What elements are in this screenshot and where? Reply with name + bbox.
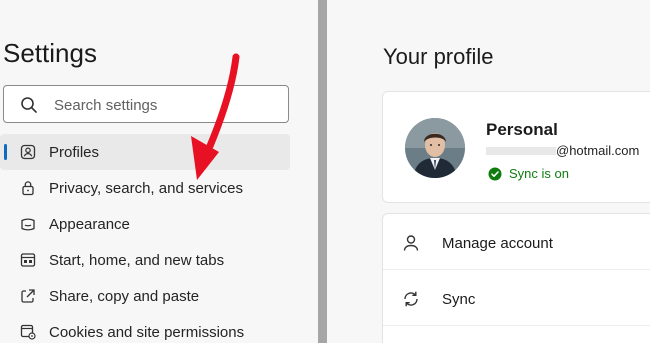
sync-status: Sync is on [488, 166, 569, 181]
avatar-image [405, 118, 465, 178]
settings-nav: Profiles Privacy, search, and services A… [0, 134, 290, 343]
lock-icon [22, 181, 34, 196]
sync-status-text: Sync is on [509, 166, 569, 181]
sidebar-item-profiles[interactable]: Profiles [0, 134, 290, 170]
sidebar-item-start-home[interactable]: Start, home, and new tabs [0, 242, 290, 278]
manage-account-label: Manage account [442, 235, 553, 252]
share-icon [21, 289, 35, 303]
profile-email: @hotmail.com [556, 143, 640, 158]
sidebar-item-label: Share, copy and paste [49, 287, 200, 305]
avatar [405, 118, 465, 178]
sidebar-item-label: Appearance [49, 215, 130, 233]
sidebar-item-label: Cookies and site permissions [49, 323, 245, 341]
sidebar-item-share[interactable]: Share, copy and paste [0, 278, 290, 314]
sidebar-item-label: Start, home, and new tabs [49, 251, 225, 269]
person-icon [403, 235, 419, 251]
search-box[interactable] [3, 85, 289, 123]
sidebar-item-label: Privacy, search, and services [49, 179, 243, 197]
main-content: Your profile Personal @hotmail.com Sync … [327, 0, 650, 343]
profile-actions-list: Manage account Sync [382, 213, 650, 343]
settings-title: Settings [3, 38, 97, 68]
search-icon [21, 97, 37, 113]
sync-label: Sync [442, 291, 476, 308]
check-circle-icon [488, 167, 502, 180]
sidebar-item-cookies[interactable]: Cookies and site permissions [0, 314, 290, 343]
sidebar-item-label: Profiles [49, 143, 100, 161]
manage-account-row[interactable]: Manage account [383, 214, 650, 270]
sync-icon [404, 291, 418, 307]
profiles-icon [20, 144, 36, 160]
profile-name: Personal [486, 120, 558, 139]
pane-splitter[interactable] [318, 0, 327, 343]
sidebar-item-privacy[interactable]: Privacy, search, and services [0, 170, 290, 206]
page-title: Your profile [383, 44, 494, 69]
appearance-icon [21, 218, 35, 231]
profile-card: Personal @hotmail.com Sync is on [382, 91, 650, 203]
sync-row[interactable]: Sync [383, 270, 650, 326]
settings-sidebar: Settings Profiles Privacy, search, and s… [0, 0, 318, 343]
cookies-icon [20, 324, 36, 340]
start-home-icon [20, 253, 36, 267]
search-input[interactable] [54, 94, 274, 116]
sidebar-item-appearance[interactable]: Appearance [0, 206, 290, 242]
email-redaction [486, 147, 556, 155]
